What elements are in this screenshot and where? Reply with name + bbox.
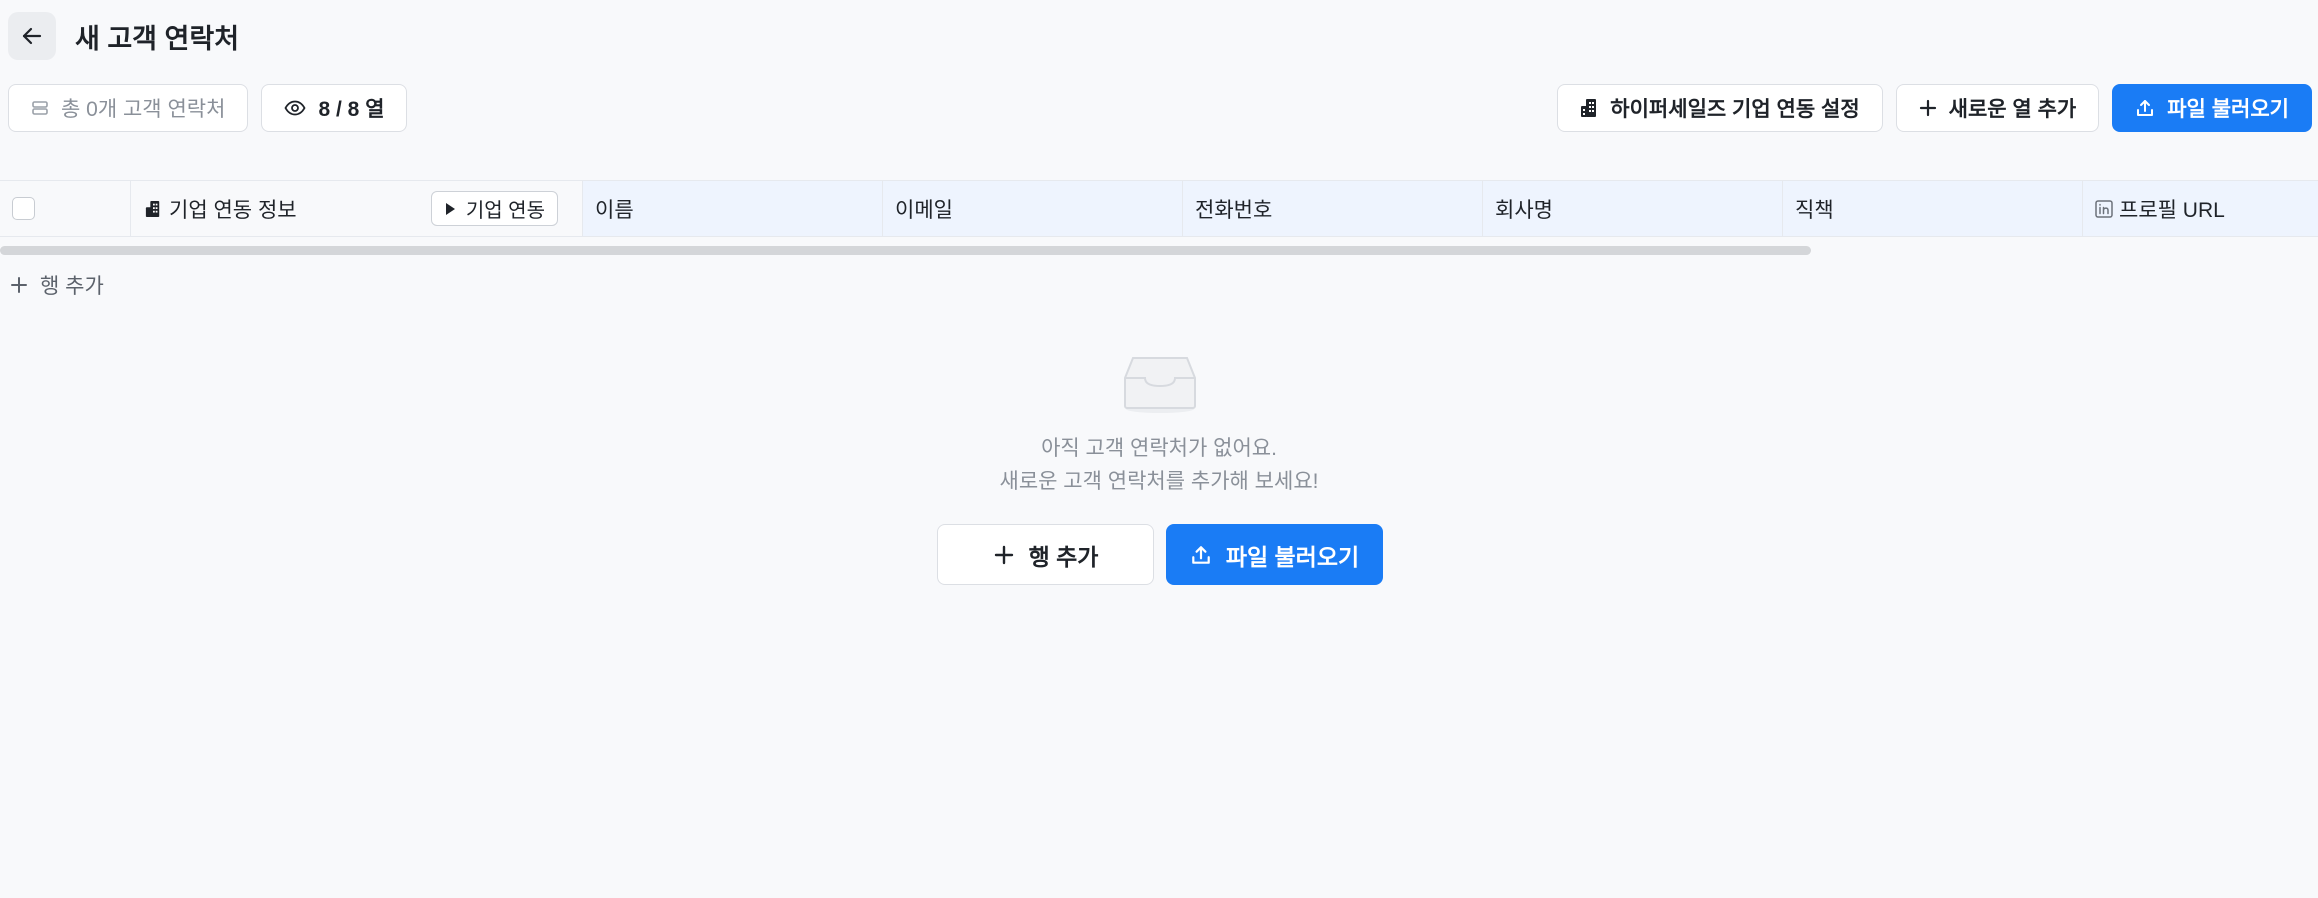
column-job-title[interactable]: 직책 xyxy=(1783,181,2083,236)
table-header: 기업 연동 정보 기업 연동 이름 이메일 전화번호 회사명 직책 프로필 UR… xyxy=(0,180,2318,237)
eye-icon xyxy=(284,99,306,117)
linkedin-icon xyxy=(2095,199,2113,218)
column-label: 직책 xyxy=(1795,198,1834,222)
building-icon xyxy=(145,200,161,218)
add-column-label: 새로운 열 추가 xyxy=(1948,98,2077,121)
column-company[interactable]: 회사명 xyxy=(1483,181,1783,236)
column-label: 기업 연동 정보 xyxy=(169,198,297,222)
back-button[interactable] xyxy=(8,12,56,60)
arrow-left-icon xyxy=(20,24,44,48)
inbox-icon xyxy=(1123,354,1197,414)
company-sync-settings-label: 하이퍼세일즈 기업 연동 설정 xyxy=(1610,98,1860,121)
column-phone[interactable]: 전화번호 xyxy=(1183,181,1483,236)
import-file-button-label: 파일 불러오기 xyxy=(1225,543,1360,570)
column-email[interactable]: 이메일 xyxy=(883,181,1183,236)
toolbar-left: 총 0개 고객 연락처 8 / 8 열 xyxy=(8,84,408,132)
company-sync-settings-button[interactable]: 하이퍼세일즈 기업 연동 설정 xyxy=(1557,84,1883,132)
column-label: 이메일 xyxy=(895,198,953,222)
upload-icon xyxy=(2135,98,2155,118)
column-profile-url[interactable]: 프로필 URL xyxy=(2083,181,2318,236)
import-file-button[interactable]: 파일 불러오기 xyxy=(2112,84,2312,132)
stack-icon xyxy=(31,99,49,117)
company-sync-button-label: 기업 연동 xyxy=(465,200,545,222)
contact-count-badge: 총 0개 고객 연락처 xyxy=(8,84,249,132)
page-title: 새 고객 연락처 xyxy=(75,23,240,54)
import-file-button-main[interactable]: 파일 불러오기 xyxy=(1166,524,1383,585)
select-all-checkbox[interactable] xyxy=(12,197,35,220)
column-name[interactable]: 이름 xyxy=(583,181,883,236)
toolbar-right: 하이퍼세일즈 기업 연동 설정 새로운 열 추가 파일 불러오기 xyxy=(1557,84,2312,132)
empty-state-line-1: 아직 고객 연락처가 없어요. xyxy=(1041,437,1277,460)
column-label: 이름 xyxy=(595,198,634,222)
upload-icon xyxy=(1190,544,1212,566)
add-row-button[interactable]: 행 추가 xyxy=(937,524,1154,585)
import-file-label: 파일 불러오기 xyxy=(2167,98,2289,121)
play-icon xyxy=(444,202,456,216)
add-row-label: 행 추가 xyxy=(40,275,104,298)
add-column-button[interactable]: 새로운 열 추가 xyxy=(1895,84,2100,132)
column-visibility-button[interactable]: 8 / 8 열 xyxy=(261,84,408,132)
column-label: 전화번호 xyxy=(1195,198,1273,222)
horizontal-scrollbar[interactable] xyxy=(0,246,1811,255)
plus-icon xyxy=(1919,99,1937,117)
column-label: 회사명 xyxy=(1495,198,1553,222)
plus-icon xyxy=(993,544,1015,566)
building-icon xyxy=(1580,98,1598,118)
add-row-button-label: 행 추가 xyxy=(1028,543,1099,570)
column-visibility-label: 8 / 8 열 xyxy=(318,98,385,121)
page-header: 새 고객 연락처 xyxy=(8,12,239,60)
column-label: 프로필 URL xyxy=(2119,198,2225,222)
empty-state-actions: 행 추가 파일 불러오기 xyxy=(937,524,1383,585)
select-all-column xyxy=(0,181,131,236)
add-row-link[interactable]: 행 추가 xyxy=(10,270,104,300)
contact-count-label: 총 0개 고객 연락처 xyxy=(61,98,226,121)
empty-state-line-2: 새로운 고객 연락처를 추가해 보세요! xyxy=(999,470,1319,493)
company-sync-button[interactable]: 기업 연동 xyxy=(430,191,558,226)
plus-icon xyxy=(10,276,28,294)
column-company-sync-info: 기업 연동 정보 기업 연동 xyxy=(131,181,583,236)
